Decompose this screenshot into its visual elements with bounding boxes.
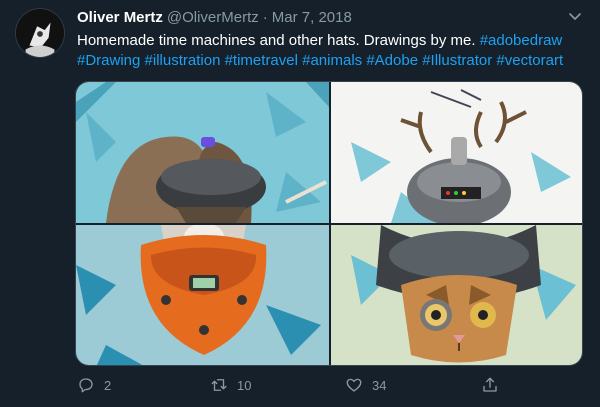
- media-grid: [75, 81, 583, 366]
- tweet-date[interactable]: Mar 7, 2018: [272, 9, 352, 26]
- hashtag[interactable]: #illustration: [145, 52, 221, 69]
- reply-count: 2: [104, 377, 112, 393]
- hashtag[interactable]: #timetravel: [225, 52, 298, 69]
- like-button[interactable]: 34: [345, 372, 386, 398]
- hashtag[interactable]: #Drawing: [77, 52, 140, 69]
- share-icon[interactable]: [481, 376, 499, 394]
- heart-icon[interactable]: [345, 376, 363, 394]
- retweet-count: 10: [237, 377, 252, 393]
- reply-icon[interactable]: [77, 376, 95, 394]
- media-image-cat[interactable]: [331, 225, 582, 365]
- share-button[interactable]: [481, 372, 499, 398]
- like-count: 34: [372, 377, 387, 393]
- media-image-ram[interactable]: [76, 82, 329, 223]
- retweet-icon[interactable]: [210, 376, 228, 394]
- hashtag[interactable]: #Illustrator: [422, 52, 492, 69]
- tweet[interactable]: Oliver Mertz @OliverMertz · Mar 7, 2018 Hom…: [0, 0, 600, 407]
- tweet-text: Homemade time machines and other hats. D…: [77, 31, 587, 71]
- hashtag[interactable]: #Adobe: [366, 52, 418, 69]
- tweet-header: Oliver Mertz @OliverMertz · Mar 7, 2018: [77, 8, 352, 28]
- media-image-deer[interactable]: [331, 82, 582, 223]
- avatar[interactable]: [15, 8, 65, 58]
- chevron-down-icon[interactable]: [567, 8, 583, 24]
- retweet-button[interactable]: 10: [210, 372, 251, 398]
- author-name[interactable]: Oliver Mertz: [77, 9, 163, 26]
- tweet-actions: 2 10 34: [77, 372, 587, 398]
- hashtag[interactable]: #vectorart: [496, 52, 563, 69]
- author-handle[interactable]: @OliverMertz: [167, 9, 259, 26]
- hashtag[interactable]: #adobedraw: [480, 32, 563, 49]
- header-separator: ·: [262, 9, 268, 26]
- hashtag[interactable]: #animals: [302, 52, 362, 69]
- tweet-body: Homemade time machines and other hats. D…: [77, 32, 480, 49]
- reply-button[interactable]: 2: [77, 372, 111, 398]
- media-image-dog[interactable]: [76, 225, 329, 365]
